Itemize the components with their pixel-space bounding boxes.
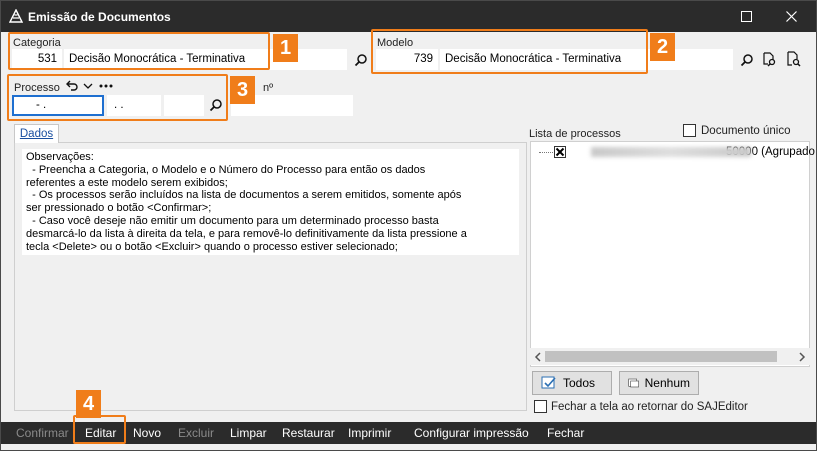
window-title: Emissão de Documentos xyxy=(28,10,171,24)
observacoes-line: ser pressionado o botão <Confirmar>; xyxy=(26,202,212,215)
nenhum-button[interactable]: Nenhum xyxy=(619,371,699,395)
search-icon xyxy=(740,54,753,67)
excluir-button[interactable]: Excluir xyxy=(178,426,214,440)
nenhum-label: Nenhum xyxy=(644,376,690,390)
lista-processos-listbox[interactable]: 50000 (Agrupado xyxy=(530,141,815,367)
title-bar: Emissão de Documentos xyxy=(1,1,816,32)
callout-3-badge: 3 xyxy=(230,76,255,104)
modelo-edit-search-button[interactable] xyxy=(760,50,778,68)
fechar-tela-label: Fechar a tela ao retornar do SAJEditor xyxy=(551,401,748,413)
tree-connector xyxy=(539,152,553,153)
observacoes-text: Observações: - Preencha a Categoria, o M… xyxy=(22,149,519,255)
fechar-tela-checkbox[interactable] xyxy=(534,400,547,413)
callout-4-frame xyxy=(73,415,126,444)
document-search-icon xyxy=(763,52,776,67)
processo-item-checkbox[interactable] xyxy=(554,146,566,158)
observacoes-line: desmarcá-lo da lista à direita da tela, … xyxy=(26,227,467,240)
categoria-search-button[interactable] xyxy=(352,51,370,69)
callout-2-badge: 2 xyxy=(650,33,675,61)
documento-unico-checkbox[interactable] xyxy=(683,124,696,137)
lista-processos-label: Lista de processos xyxy=(529,128,621,140)
search-icon xyxy=(354,54,367,67)
imprimir-button[interactable]: Imprimir xyxy=(348,426,391,440)
scroll-thumb[interactable] xyxy=(545,351,777,362)
document-preview-icon xyxy=(787,51,801,67)
blurred-process-number xyxy=(591,147,751,157)
maximize-icon xyxy=(740,11,752,22)
restaurar-button[interactable]: Restaurar xyxy=(282,426,335,440)
observacoes-line: - Caso você deseje não emitir um documen… xyxy=(26,214,439,227)
confirmar-button[interactable]: Confirmar xyxy=(16,426,69,440)
check-x-icon xyxy=(555,147,565,157)
callout-2-frame xyxy=(371,29,648,74)
numero-label: nº xyxy=(263,82,274,94)
observacoes-line: - Os processos serão incluídos na lista … xyxy=(26,189,462,202)
scroll-left-icon xyxy=(534,352,541,362)
todos-button[interactable]: Todos xyxy=(532,371,612,395)
emissao-documentos-window: Emissão de Documentos Categoria 531 Deci… xyxy=(0,0,817,451)
check-all-icon xyxy=(541,376,556,389)
todos-label: Todos xyxy=(563,376,596,390)
tab-dados[interactable]: Dados xyxy=(14,124,59,143)
novo-button[interactable]: Novo xyxy=(133,426,161,440)
close-button[interactable] xyxy=(771,1,811,32)
observacoes-line: - Preencha a Categoria, o Modelo e o Núm… xyxy=(26,163,426,176)
app-logo-icon xyxy=(9,9,23,23)
horizontal-scrollbar[interactable] xyxy=(530,348,810,365)
observacoes-line: tecla <Delete> ou o botão <Excluir> quan… xyxy=(26,240,398,253)
observacoes-line: referentes a este modelo serem exibidos; xyxy=(26,176,228,189)
modelo-search-button[interactable] xyxy=(738,51,756,69)
observacoes-line: Observações: xyxy=(26,151,94,163)
documento-unico-label: Documento único xyxy=(701,125,791,137)
limpar-button[interactable]: Limpar xyxy=(230,426,267,440)
close-icon xyxy=(785,11,797,22)
callout-1-badge: 1 xyxy=(273,34,298,62)
maximize-button[interactable] xyxy=(726,1,766,32)
configurar-impressao-button[interactable]: Configurar impressão xyxy=(414,426,529,440)
uncheck-all-icon xyxy=(628,378,639,388)
scroll-right-icon xyxy=(799,352,806,362)
callout-1-frame xyxy=(8,32,270,70)
callout-4-badge: 4 xyxy=(76,390,101,418)
callout-3-frame xyxy=(7,74,228,121)
fechar-button[interactable]: Fechar xyxy=(547,426,584,440)
modelo-preview-button[interactable] xyxy=(784,50,802,68)
